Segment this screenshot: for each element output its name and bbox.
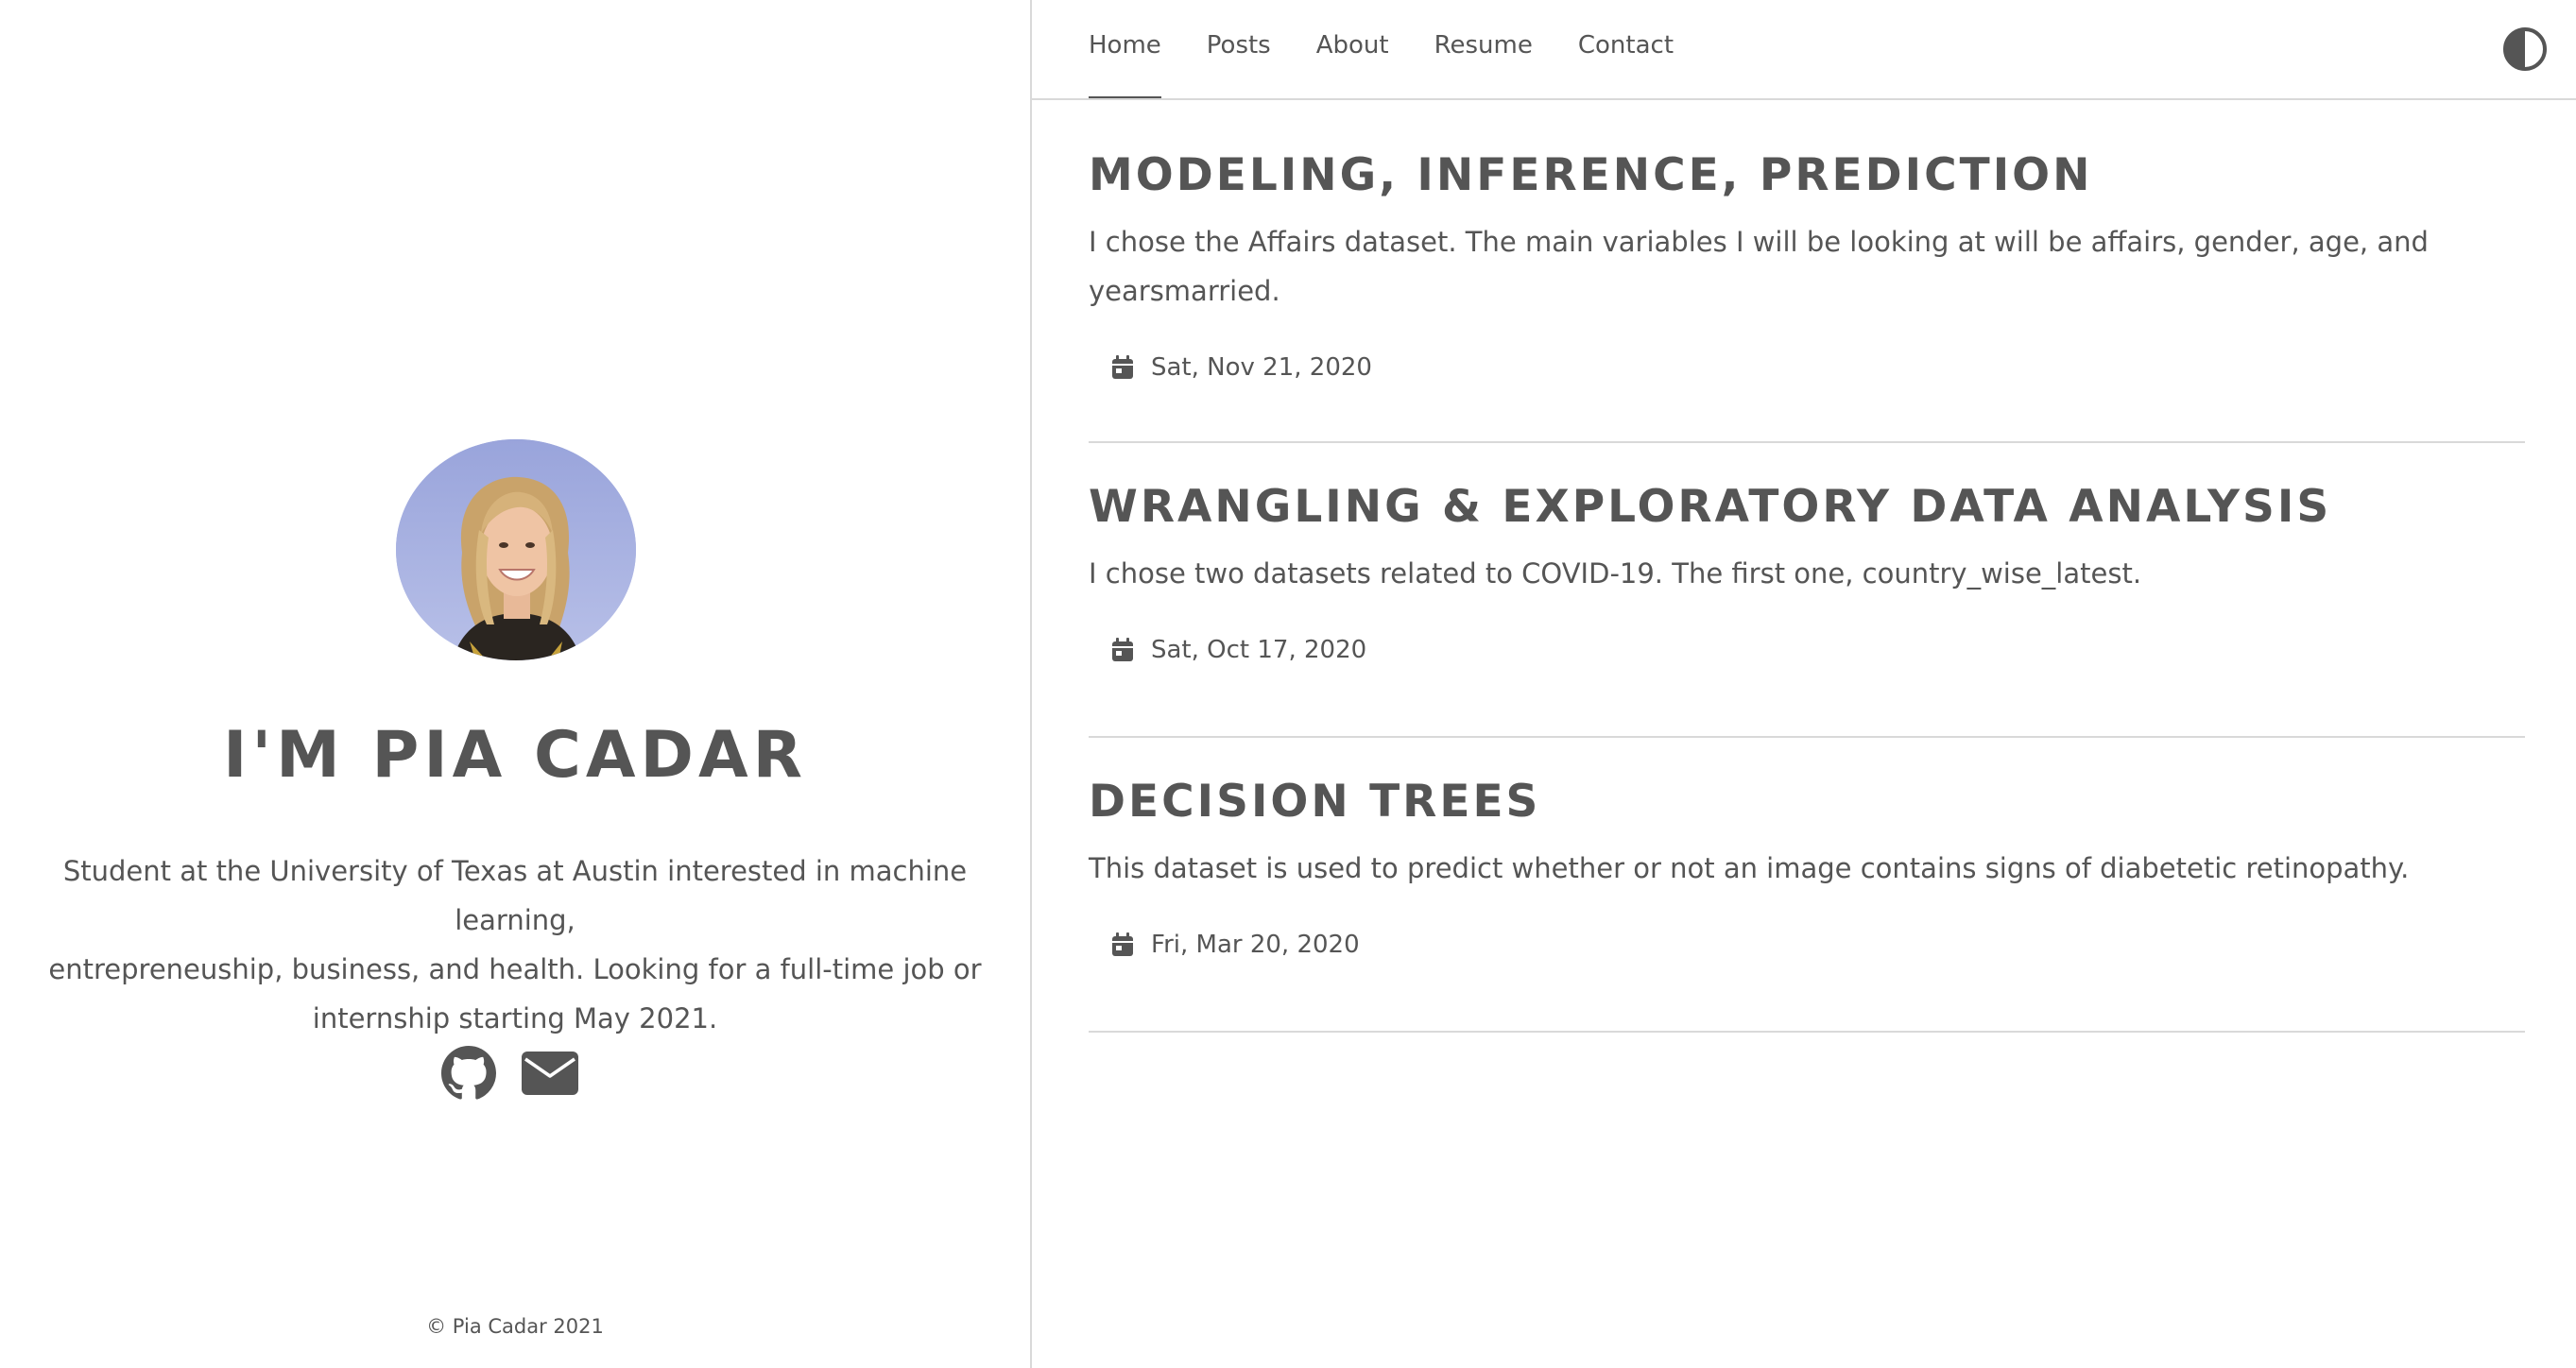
post-date: Fri, Mar 20, 2020	[1151, 931, 1360, 959]
calendar-icon	[1112, 638, 1133, 661]
nav-item-posts[interactable]: Posts	[1207, 28, 1271, 62]
post-title[interactable]: WRANGLING & EXPLORATORY DATA ANALYSIS	[1089, 479, 2525, 536]
bio-line: Student at the University of Texas at Au…	[62, 855, 968, 936]
nav-item-home[interactable]: Home	[1089, 28, 1161, 98]
post-summary-line: I chose the Affairs dataset. The main va…	[1089, 226, 2429, 258]
calendar-icon	[1112, 355, 1133, 379]
copyright: © Pia Cadar 2021	[426, 1315, 604, 1338]
post-meta: Fri, Mar 20, 2020	[1089, 931, 2525, 959]
theme-toggle-button[interactable]	[2502, 26, 2548, 72]
bio-text: Student at the University of Texas at Au…	[0, 846, 1030, 1043]
nav-item-contact[interactable]: Contact	[1578, 28, 1674, 62]
post-item: WRANGLING & EXPLORATORY DATA ANALYSIS I …	[1089, 443, 2525, 738]
half-circle-theme-icon	[2503, 27, 2547, 71]
post-summary-line: yearsmarried.	[1089, 275, 1280, 307]
hero-title: I'M PIA CADAR	[223, 718, 807, 793]
post-meta: Sat, Nov 21, 2020	[1089, 353, 2525, 382]
post-meta: Sat, Oct 17, 2020	[1089, 636, 2525, 664]
post-title[interactable]: DECISION TREES	[1089, 774, 2525, 830]
post-date: Sat, Oct 17, 2020	[1151, 636, 1367, 664]
top-nav: Home Posts About Resume Contact	[1032, 0, 2576, 100]
post-summary: This dataset is used to predict whether …	[1089, 844, 2525, 893]
avatar-photo	[396, 439, 636, 660]
email-link[interactable]	[521, 1044, 579, 1103]
nav-links: Home Posts About Resume Contact	[1089, 28, 1674, 98]
post-summary: I chose the Affairs dataset. The main va…	[1089, 217, 2525, 316]
main-content: Home Posts About Resume Contact MODELING…	[1032, 0, 2576, 1368]
bio-line: internship starting May 2021.	[312, 1002, 718, 1035]
calendar-icon	[1112, 932, 1133, 956]
post-date: Sat, Nov 21, 2020	[1151, 353, 1372, 382]
page: I'M PIA CADAR Student at the University …	[0, 0, 2576, 1368]
post-item: MODELING, INFERENCE, PREDICTION I chose …	[1089, 100, 2525, 443]
nav-item-about[interactable]: About	[1316, 28, 1389, 62]
mail-icon	[522, 1052, 578, 1095]
github-icon	[441, 1046, 496, 1100]
post-item: DECISION TREES This dataset is used to p…	[1089, 738, 2525, 1033]
social-links	[439, 1044, 579, 1103]
post-summary-line: I chose two datasets related to COVID-19…	[1089, 557, 2142, 590]
bio-line: entrepreneuship, business, and health. L…	[48, 953, 982, 985]
nav-item-resume[interactable]: Resume	[1434, 28, 1533, 62]
avatar	[396, 439, 636, 660]
profile-sidebar: I'M PIA CADAR Student at the University …	[0, 0, 1032, 1368]
github-link[interactable]	[439, 1044, 498, 1103]
post-summary: I chose two datasets related to COVID-19…	[1089, 549, 2525, 598]
post-list: MODELING, INFERENCE, PREDICTION I chose …	[1089, 100, 2525, 1033]
post-title[interactable]: MODELING, INFERENCE, PREDICTION	[1089, 147, 2525, 204]
post-summary-line: This dataset is used to predict whether …	[1089, 852, 2410, 884]
